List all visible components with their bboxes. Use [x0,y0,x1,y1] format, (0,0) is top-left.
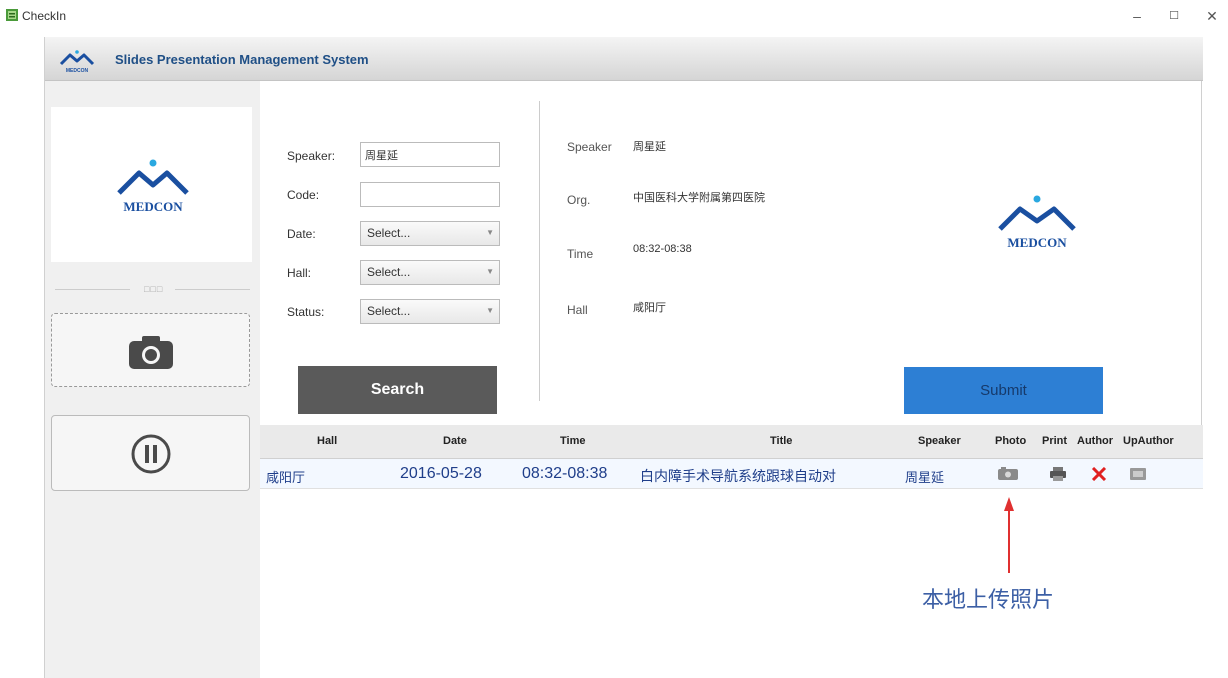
medcon-logo-icon: MEDCON [59,50,95,74]
pause-icon [131,434,171,474]
left-panel: MEDCON □□□ [45,81,260,678]
photo-preview: MEDCON [922,98,1152,344]
detail-time-value: 08:32-08:38 [633,243,692,255]
detail-org-value: 中国医科大学附属第四医院 [633,192,765,204]
column-header[interactable]: Time [560,435,585,447]
divider-dots: □□□ [144,284,164,294]
chevron-down-icon: ▼ [486,267,494,276]
date-select-value: Select... [367,226,411,240]
printer-icon[interactable] [1049,467,1067,481]
app-frame: MEDCON Slides Presentation Management Sy… [44,37,1203,678]
medcon-logo-photo-icon: MEDCON [998,195,1076,250]
cell-time: 08:32-08:38 [522,465,608,482]
chevron-down-icon: ▼ [486,228,494,237]
column-header[interactable]: Date [443,435,467,447]
column-header[interactable]: UpAuthor [1123,435,1174,447]
photo-logo-text: MEDCON [1007,235,1067,250]
column-header[interactable]: Hall [317,435,337,447]
submit-button[interactable]: Submit [904,367,1103,414]
delete-x-icon[interactable] [1091,467,1107,481]
app-icon [6,9,18,21]
app-header: MEDCON Slides Presentation Management Sy… [45,37,1203,81]
header-logo-text: MEDCON [66,68,89,74]
search-button[interactable]: Search [298,366,497,414]
date-label: Date: [287,227,316,241]
column-header[interactable]: Title [770,435,792,447]
cell-hall: 咸阳厅 [266,470,306,485]
speaker-label: Speaker: [287,149,336,163]
logo-card: MEDCON [51,107,252,262]
speaker-input[interactable]: 周星延 [360,142,500,167]
photo-upload-icon[interactable] [997,467,1019,481]
detail-hall-value: 咸阳厅 [633,302,666,314]
hall-select-value: Select... [367,265,411,279]
hall-label: Hall: [287,266,312,280]
medcon-logo-large-icon: MEDCON [117,159,189,214]
code-input[interactable] [360,182,500,207]
window-title: CheckIn [22,9,67,23]
app-title: Slides Presentation Management System [115,52,369,67]
detail-speaker-label: Speaker [567,140,612,154]
column-header[interactable]: Speaker [918,435,961,447]
status-select[interactable]: Select... ▼ [360,299,500,324]
status-select-value: Select... [367,304,411,318]
window-titlebar: CheckIn – ☐ ✕ [0,0,1228,34]
left-logo-text: MEDCON [123,199,183,214]
detail-org-label: Org. [567,193,591,207]
cell-date: 2016-05-28 [400,465,482,482]
code-label: Code: [287,188,320,202]
date-select[interactable]: Select... ▼ [360,221,500,246]
detail-hall-label: Hall [567,303,588,317]
sessions-table: Hall Date Time Title Speaker Photo Print… [260,425,1203,678]
panel-divider: □□□ [55,284,250,294]
table-row[interactable]: 咸阳厅 2016-05-28 08:32-08:38 白内障手术导航系统跟球自动… [260,459,1203,489]
camera-icon [129,336,173,369]
status-label: Status: [287,305,325,319]
table-header: Hall Date Time Title Speaker Photo Print… [260,425,1203,459]
cell-speaker: 周星延 [905,470,945,485]
camera-button[interactable] [51,313,250,387]
vertical-separator [539,101,540,401]
column-header[interactable]: Print [1042,435,1067,447]
pause-button[interactable] [51,415,250,491]
annotation-text: 本地上传照片 [922,588,1055,613]
annotation-arrow-icon [1004,497,1014,573]
close-button[interactable]: ✕ [1200,5,1224,27]
chevron-down-icon: ▼ [486,306,494,315]
maximize-button[interactable]: ☐ [1162,5,1186,27]
minimize-button[interactable]: – [1125,5,1149,27]
upload-author-icon[interactable] [1129,467,1147,481]
cell-title: 白内障手术导航系统跟球自动对 [640,468,836,484]
detail-speaker-value: 周星延 [633,141,666,153]
column-header[interactable]: Photo [995,435,1026,447]
detail-time-label: Time [567,247,594,261]
column-header[interactable]: Author [1077,435,1113,447]
hall-select[interactable]: Select... ▼ [360,260,500,285]
